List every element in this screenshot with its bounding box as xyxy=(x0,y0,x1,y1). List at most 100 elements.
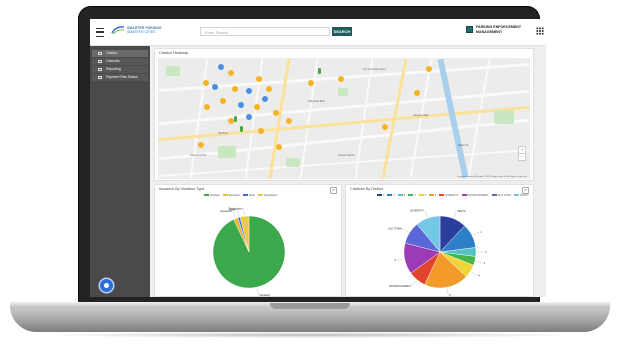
violation-chart-panel: Issuance By Violation Type ≡ Disabled Exp… xyxy=(154,184,342,297)
slice-label: TESTO xyxy=(457,209,466,213)
laptop-shadow xyxy=(40,332,580,338)
slice-label: ENTERTAINMENT xyxy=(389,284,411,288)
map-label: The Chocolate Depot xyxy=(363,68,386,71)
map-label: Hollywood Bowl xyxy=(308,100,325,103)
legend-entry[interactable]: ENTERTAINMENT xyxy=(468,194,489,197)
sidebar-item-payment-plan[interactable]: Payment Plan Status xyxy=(92,74,148,81)
legend-entry[interactable]: TESTO xyxy=(520,194,528,197)
legend-swatch xyxy=(222,194,228,196)
legend-entry[interactable]: 5 xyxy=(425,194,426,197)
app-badge-icon xyxy=(466,26,473,33)
sidebar-item-label: Reporting xyxy=(106,67,121,71)
map-label: Lakeside Walk xyxy=(413,114,429,117)
slice-label: 1 xyxy=(480,230,482,234)
sidebar-item-label: Payment Plan Status xyxy=(106,75,138,79)
slice-leader-line xyxy=(446,288,449,296)
sidebar-item-label: Calendar xyxy=(106,59,120,63)
legend-swatch xyxy=(258,194,264,196)
heatmap-panel: Citation Heatmap The Chocolate Depot Hol… xyxy=(154,48,534,181)
legend-entry[interactable]: DIVERSITY xyxy=(445,194,458,197)
slice-label: OLD TOWN xyxy=(388,226,402,230)
main-content: Citation Heatmap The Chocolate Depot Hol… xyxy=(152,46,546,297)
legend-entry[interactable]: Expiration xyxy=(229,194,240,197)
slice-leader-line xyxy=(475,261,483,264)
slice-leader-line xyxy=(243,208,245,216)
slice-label: DIVERSITY xyxy=(410,209,424,213)
slice-label: 4 xyxy=(478,274,480,278)
district-pie-chart: TESTO 1 2 3 4 5 ENTERTAINMENT 6 OLD TOWN DIVERSIT… xyxy=(388,209,487,297)
chart-menu-icon[interactable]: ≡ xyxy=(522,187,529,194)
top-header: SMARTER PARKING SMARTER CITIES Enter Sea… xyxy=(90,19,546,46)
slice-leader-line xyxy=(453,211,457,218)
report-icon xyxy=(98,68,102,71)
legend-entry[interactable]: Disabled xyxy=(210,194,220,197)
violation-chart-title: Issuance By Violation Type xyxy=(159,187,205,191)
sidebar-item-citation[interactable]: Citation xyxy=(92,50,148,57)
legend-swatch xyxy=(397,194,403,196)
legend-swatch xyxy=(408,194,414,196)
slice-leader-line xyxy=(471,271,478,276)
search-input[interactable]: Enter Search xyxy=(200,27,330,36)
citation-map[interactable]: The Chocolate Depot Hollywood Bowl Lakes… xyxy=(158,58,530,179)
app-screen: SMARTER PARKING SMARTER CITIES Enter Sea… xyxy=(90,19,546,297)
legend-entry[interactable]: Meter xyxy=(249,194,255,197)
sidebar-item-reporting[interactable]: Reporting xyxy=(92,66,148,73)
app-title: PARKING ENFORCEMENT MANAGEMENT xyxy=(476,25,522,34)
chat-bubble-icon[interactable] xyxy=(100,279,113,292)
slice-leader-line xyxy=(256,288,259,295)
map-label: Old Town xyxy=(218,132,228,135)
slice-leader-line xyxy=(402,228,409,233)
slice-label: 3 xyxy=(484,261,486,265)
legend-swatch xyxy=(513,194,519,196)
violation-legend: Disabled Expiration Meter Registration xyxy=(201,194,278,197)
slice-leader-line xyxy=(396,258,404,261)
sidebar-item-label: Citation xyxy=(106,51,118,55)
district-legend: 1 2 3 4 5 6 DIVERSITY ENTERTAINMENT OLD TOWN TEST… xyxy=(374,194,528,197)
slice-label: 2 xyxy=(485,250,487,254)
legend-entry[interactable]: 6 xyxy=(435,194,436,197)
slice-leader-line xyxy=(472,231,480,236)
slice-label: Registration xyxy=(229,206,243,210)
zoom-out-button[interactable]: − xyxy=(518,153,526,161)
calendar-icon xyxy=(98,60,102,63)
legend-entry[interactable]: 3 xyxy=(404,194,405,197)
sidebar-item-calendar[interactable]: Calendar xyxy=(92,58,148,65)
legend-swatch xyxy=(418,194,424,196)
slice-label: 6 xyxy=(394,258,396,262)
search-button[interactable]: SEARCH xyxy=(332,27,352,36)
hamburger-menu-icon[interactable] xyxy=(96,28,104,37)
legend-entry[interactable]: Registration xyxy=(264,194,277,197)
slice-label: 5 xyxy=(449,293,451,297)
logo-icon xyxy=(111,26,125,35)
map-label: Fashion District xyxy=(338,154,355,157)
violation-pie-chart: DisabledExpirationMeterRegistration xyxy=(212,206,286,297)
apps-grid-icon[interactable] xyxy=(536,27,544,35)
slice-leader-line xyxy=(236,209,239,217)
legend-swatch xyxy=(377,194,382,196)
legend-swatch xyxy=(204,194,209,196)
laptop-notch xyxy=(270,303,350,309)
pencil-icon xyxy=(98,52,102,55)
legend-swatch xyxy=(439,194,445,196)
slice-label: Disabled xyxy=(260,293,271,297)
legend-swatch xyxy=(461,194,467,196)
map-attribution: Keyboard shortcuts Map data ©2022 Google… xyxy=(457,176,527,178)
legend-swatch xyxy=(428,194,434,196)
legend-entry[interactable]: 2 xyxy=(393,194,394,197)
district-chart-panel: Citations By District ≡ 1 2 3 4 5 6 DIVERSITY E… xyxy=(345,184,534,297)
slice-leader-line xyxy=(232,211,236,218)
legend-swatch xyxy=(242,194,248,196)
map-label: Hollywood Park xyxy=(190,154,207,157)
legend-entry[interactable]: 4 xyxy=(414,194,415,197)
logo-line2: SMARTER CITIES xyxy=(127,30,156,34)
legend-entry[interactable]: OLD TOWN xyxy=(498,194,511,197)
slice-leader-line xyxy=(424,210,428,218)
map-label: Market St xyxy=(458,144,469,147)
legend-entry[interactable]: 1 xyxy=(383,194,384,197)
legend-swatch xyxy=(387,194,393,196)
heatmap-title: Citation Heatmap xyxy=(159,51,189,55)
slice-leader-line xyxy=(411,280,417,286)
sidebar: Citation Calendar Reporting Payment Plan… xyxy=(90,46,150,297)
chart-menu-icon[interactable]: ≡ xyxy=(330,187,337,194)
legend-swatch xyxy=(491,194,497,196)
